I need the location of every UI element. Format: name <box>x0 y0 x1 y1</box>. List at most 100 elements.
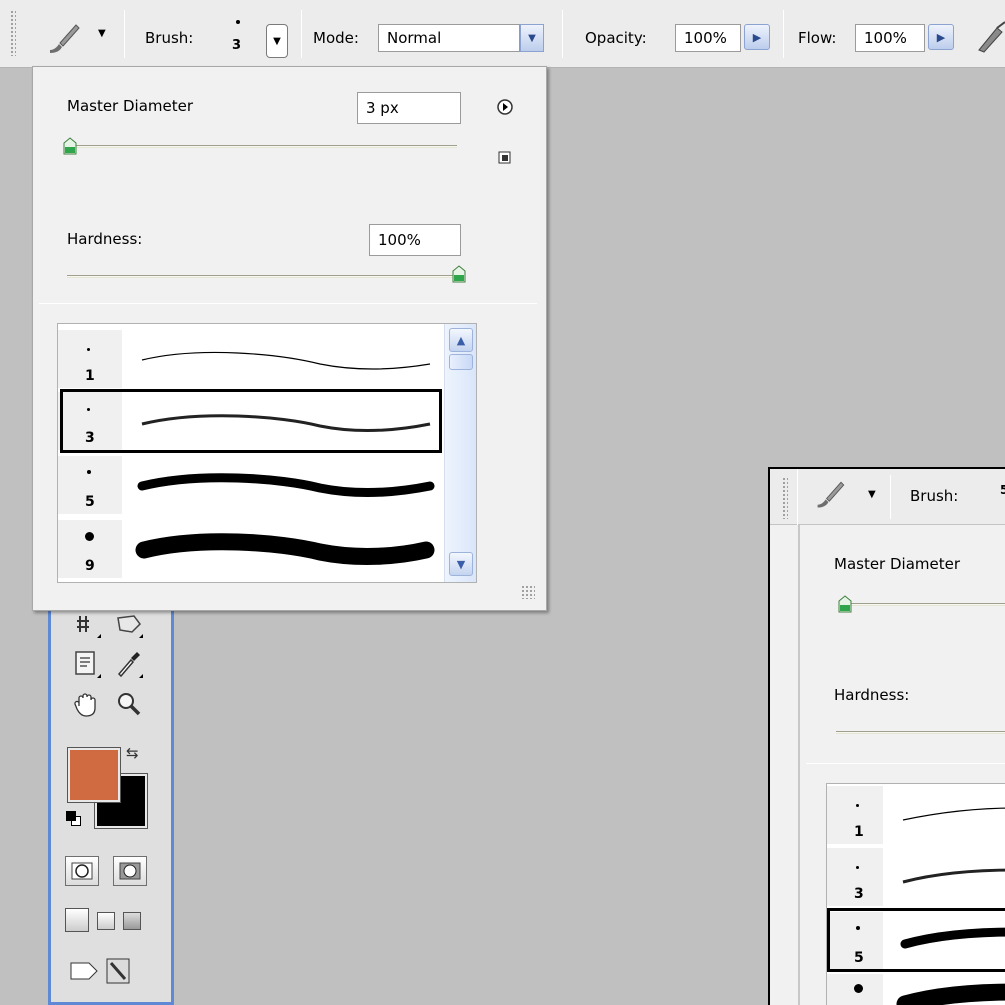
mode-label: Mode: <box>313 29 359 47</box>
flyout-menu-icon <box>497 99 513 115</box>
brush-picker-menu-button[interactable] <box>497 99 513 115</box>
separator <box>783 10 784 58</box>
brush-stroke-preview <box>896 983 1005 1005</box>
separator <box>562 10 563 58</box>
brush-preset-row[interactable]: 9 <box>58 520 444 578</box>
panel-divider <box>39 303 537 304</box>
scrollbar-thumb[interactable] <box>449 354 473 370</box>
master-diameter-input[interactable]: 3 px <box>357 92 461 124</box>
separator <box>797 469 798 525</box>
swap-colors-icon[interactable]: ⇆ <box>126 744 146 762</box>
brush-preset-row[interactable] <box>827 974 1005 1005</box>
brush-label: Brush: <box>145 29 194 47</box>
mode-select[interactable]: Normal <box>378 24 520 52</box>
brush-preset-row[interactable]: 1 <box>827 786 1005 844</box>
opacity-label: Opacity: <box>585 29 647 47</box>
brush-tool-preset-button[interactable] <box>46 20 86 56</box>
hardness-slider-thumb[interactable] <box>452 265 466 283</box>
mode-dropdown-icon[interactable]: ▼ <box>520 24 544 52</box>
opacity-slider-arrow-icon[interactable]: ▶ <box>744 24 770 50</box>
airbrush-icon <box>978 21 1005 53</box>
second-brush-tool-button[interactable] <box>814 477 850 511</box>
master-diameter-slider-thumb[interactable] <box>63 137 77 155</box>
flow-slider-arrow-icon[interactable]: ▶ <box>928 24 954 50</box>
second-hardness-label: Hardness: <box>834 686 910 704</box>
second-master-diameter-thumb[interactable] <box>838 595 852 613</box>
second-brush-picker-panel: Master Diameter Hardness: 1 3 5 <box>798 525 1005 1005</box>
jump-to-imageready-icon <box>70 958 130 984</box>
brush-stroke-preview <box>902 807 1005 821</box>
airbrush-toggle-button[interactable] <box>975 20 1005 54</box>
brush-stroke-preview <box>135 533 435 565</box>
second-master-diameter-label: Master Diameter <box>834 555 961 573</box>
save-brush-button[interactable] <box>497 149 513 165</box>
selected-brush-highlight <box>827 908 1005 972</box>
brush-stroke-preview <box>137 473 435 497</box>
brush-size-display: 3 <box>232 38 242 53</box>
jump-to-imageready-button[interactable] <box>67 953 147 987</box>
brush-preset-row[interactable]: 5 <box>58 456 444 514</box>
brush-tip-preview <box>854 984 863 993</box>
screen-mode-standard-icon[interactable] <box>65 908 89 932</box>
eyedropper-tool-icon[interactable] <box>111 648 145 680</box>
brush-tip-preview <box>87 348 90 351</box>
second-options-bar: ▼ Brush: 5 <box>770 469 1005 525</box>
brush-preset-size: 1 <box>854 824 864 840</box>
resize-grip-icon[interactable] <box>521 585 535 599</box>
brush-stroke-preview <box>902 868 1005 884</box>
quick-mask-mode-button[interactable] <box>113 856 147 886</box>
options-bar-gripper[interactable] <box>10 10 16 56</box>
notes-tool-icon[interactable] <box>69 648 103 680</box>
default-colors-icon[interactable] <box>65 810 83 828</box>
brush-preset-row[interactable]: 1 <box>58 330 444 388</box>
opacity-input[interactable]: 100% <box>675 24 741 52</box>
second-options-gripper[interactable] <box>782 477 788 519</box>
second-hardness-slider[interactable] <box>836 731 1005 734</box>
screen-mode-full-icon[interactable] <box>123 912 141 930</box>
screen-mode-full-menu-icon[interactable] <box>97 912 115 930</box>
second-tool-preset-dropdown-icon[interactable]: ▼ <box>868 489 876 500</box>
standard-mode-icon <box>71 862 93 880</box>
quick-mask-icon <box>119 862 141 880</box>
brush-preset-row[interactable]: 3 <box>827 848 1005 906</box>
scroll-down-icon[interactable]: ▼ <box>449 552 473 576</box>
new-preset-icon <box>498 151 511 164</box>
brush-preset-size: 1 <box>85 368 95 384</box>
brush-tip-preview <box>856 866 859 869</box>
second-master-diameter-slider[interactable] <box>846 603 1005 606</box>
brush-picker-dropdown-button[interactable]: ▼ <box>266 24 288 58</box>
panel-divider <box>806 763 1005 764</box>
brush-tip-preview <box>856 804 859 807</box>
selected-brush-highlight <box>60 389 442 453</box>
brush-stroke-preview <box>141 351 431 370</box>
hand-tool-icon[interactable] <box>69 688 103 720</box>
presets-scrollbar[interactable]: ▲ ▼ <box>444 324 476 582</box>
brush-presets-list: 1 3 5 9 ▲ ▼ <box>57 323 477 583</box>
brush-tip-preview <box>87 470 91 474</box>
slice-tool-icon[interactable] <box>69 608 103 640</box>
flow-label: Flow: <box>798 29 837 47</box>
scroll-up-icon[interactable]: ▲ <box>449 328 473 352</box>
foreground-color-fill <box>70 750 118 800</box>
master-diameter-slider[interactable] <box>71 145 457 148</box>
shape-tool-icon[interactable] <box>111 608 145 640</box>
separator <box>301 10 302 58</box>
brush-tool-icon <box>817 481 845 508</box>
second-brush-size-display: 5 <box>1000 483 1005 497</box>
foreground-color-swatch[interactable] <box>67 747 121 803</box>
hardness-slider[interactable] <box>67 275 459 278</box>
separator <box>124 10 125 58</box>
second-brush-presets-list: 1 3 5 <box>826 783 1005 1005</box>
separator <box>890 475 891 519</box>
hardness-label: Hardness: <box>67 230 143 248</box>
flow-input[interactable]: 100% <box>855 24 925 52</box>
standard-mode-button[interactable] <box>65 856 99 886</box>
tool-preset-dropdown-icon[interactable]: ▼ <box>98 28 110 40</box>
zoom-tool-icon[interactable] <box>111 688 145 720</box>
master-diameter-label: Master Diameter <box>67 97 194 115</box>
brush-preset-size: 9 <box>85 558 95 574</box>
brush-preview-dot <box>236 20 240 24</box>
hardness-input[interactable]: 100% <box>369 224 461 256</box>
brush-preset-size: 5 <box>85 494 95 510</box>
brush-picker-panel: Master Diameter 3 px Hardness: 100% 1 3 <box>32 66 547 611</box>
